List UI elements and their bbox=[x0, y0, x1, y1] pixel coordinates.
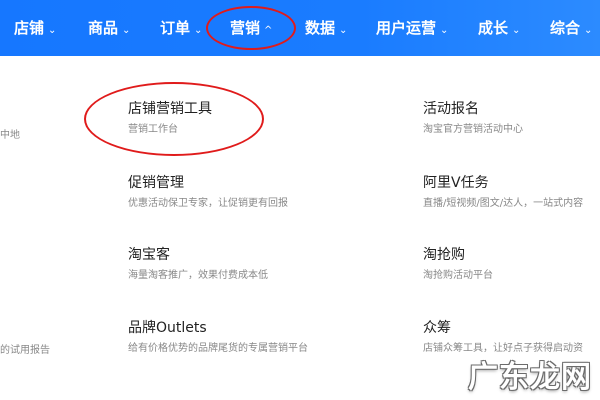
chevron-down-icon: ⌄ bbox=[48, 25, 57, 36]
nav-item-label: 综合 bbox=[550, 19, 581, 37]
nav-item-label: 店铺 bbox=[14, 19, 45, 37]
menu-item-title: 品牌Outlets bbox=[128, 320, 207, 336]
menu-item-description: 给有价格优势的品牌尾货的专属营销平台 bbox=[128, 343, 308, 354]
menu-item-title: 促销管理 bbox=[128, 175, 184, 191]
menu-item-title: 店铺营销工具 bbox=[128, 101, 212, 117]
nav-item-marketing[interactable]: 营销 ^ bbox=[230, 0, 272, 56]
menu-item-crowdfunding[interactable]: 众筹 店铺众筹工具，让好点子获得启动资 bbox=[423, 319, 583, 356]
nav-item-user-operations[interactable]: 用户运营 ⌄ bbox=[376, 0, 448, 56]
menu-item-description: 直播/短视频/图文/达人，一站式内容 bbox=[423, 198, 584, 209]
menu-item-store-marketing-tools[interactable]: 店铺营销工具 营销工作台 bbox=[128, 100, 212, 137]
menu-item-title: 众筹 bbox=[423, 320, 451, 336]
menu-item-description: 淘抢购活动平台 bbox=[423, 270, 493, 281]
nav-item-store[interactable]: 店铺 ⌄ bbox=[14, 0, 56, 56]
menu-item-taobaoke[interactable]: 淘宝客 海量淘客推广，效果付费成本低 bbox=[128, 246, 268, 283]
left-column-fragment: 中地 bbox=[0, 130, 20, 141]
marketing-dropdown-panel: 中地 的试用报告 店铺营销工具 营销工作台 促销管理 优惠活动保卫专家，让促销更… bbox=[0, 56, 600, 400]
chevron-down-icon: ⌄ bbox=[584, 25, 593, 36]
menu-item-description: 营销工作台 bbox=[128, 124, 178, 135]
menu-item-ali-v-task[interactable]: 阿里V任务 直播/短视频/图文/达人，一站式内容 bbox=[423, 174, 583, 211]
menu-item-activity-signup[interactable]: 活动报名 淘宝官方营销活动中心 bbox=[423, 100, 523, 137]
top-navigation-bar: 店铺 ⌄ 商品 ⌄ 订单 ⌄ 营销 ^ 数据 ⌄ 用户运营 ⌄ 成长 ⌄ 综合 ⌄ bbox=[0, 0, 600, 56]
menu-item-description: 海量淘客推广，效果付费成本低 bbox=[128, 270, 268, 281]
nav-item-general[interactable]: 综合 ⌄ bbox=[550, 0, 592, 56]
menu-item-promotion-management[interactable]: 促销管理 优惠活动保卫专家，让促销更有回报 bbox=[128, 174, 288, 211]
nav-item-data[interactable]: 数据 ⌄ bbox=[305, 0, 347, 56]
nav-item-label: 营销 bbox=[230, 19, 261, 37]
menu-item-title: 阿里V任务 bbox=[423, 175, 489, 191]
nav-item-label: 用户运营 bbox=[376, 19, 437, 37]
nav-item-orders[interactable]: 订单 ⌄ bbox=[160, 0, 202, 56]
nav-item-label: 订单 bbox=[160, 19, 191, 37]
menu-item-description: 优惠活动保卫专家，让促销更有回报 bbox=[128, 198, 288, 209]
menu-item-title: 活动报名 bbox=[423, 101, 479, 117]
menu-item-title: 淘宝客 bbox=[128, 247, 170, 263]
menu-item-title: 淘抢购 bbox=[423, 247, 465, 263]
chevron-up-icon: ^ bbox=[264, 25, 273, 36]
chevron-down-icon: ⌄ bbox=[194, 25, 203, 36]
chevron-down-icon: ⌄ bbox=[339, 25, 348, 36]
chevron-down-icon: ⌄ bbox=[440, 25, 449, 36]
chevron-down-icon: ⌄ bbox=[122, 25, 131, 36]
nav-item-label: 商品 bbox=[88, 19, 119, 37]
menu-item-description: 淘宝官方营销活动中心 bbox=[423, 124, 523, 135]
nav-item-label: 成长 bbox=[478, 19, 509, 37]
menu-item-taoqianggou[interactable]: 淘抢购 淘抢购活动平台 bbox=[423, 246, 493, 283]
left-column-fragment: 的试用报告 bbox=[0, 345, 50, 356]
menu-item-brand-outlets[interactable]: 品牌Outlets 给有价格优势的品牌尾货的专属营销平台 bbox=[128, 319, 308, 356]
watermark: 广东龙网 bbox=[468, 360, 592, 395]
chevron-down-icon: ⌄ bbox=[512, 25, 521, 36]
nav-item-growth[interactable]: 成长 ⌄ bbox=[478, 0, 520, 56]
nav-item-products[interactable]: 商品 ⌄ bbox=[88, 0, 130, 56]
nav-item-label: 数据 bbox=[305, 19, 336, 37]
